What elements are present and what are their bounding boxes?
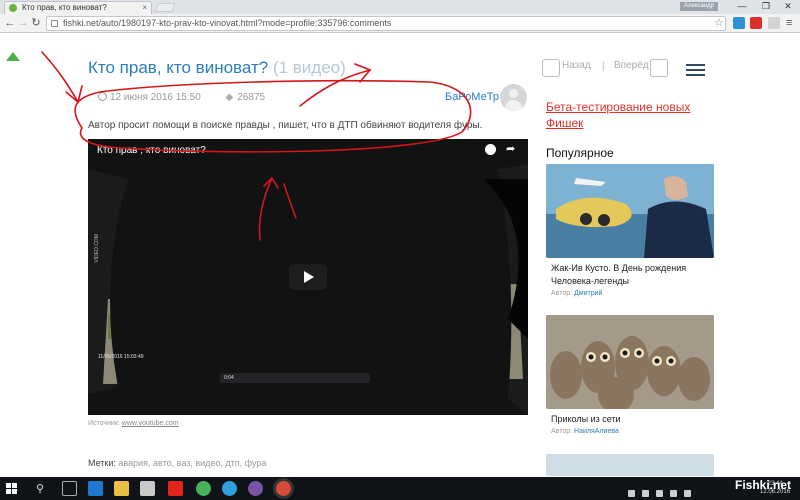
popular-heading: Популярное	[546, 146, 614, 160]
share-icon[interactable]: ➦	[506, 142, 515, 155]
maximize-button[interactable]: ❐	[754, 0, 778, 13]
cousteau-photo	[546, 164, 714, 258]
browser-toolbar: ← → ↻ fishki.net/auto/1980197-kto-prav-k…	[0, 14, 800, 33]
browser-tab[interactable]: Кто прав, кто виноват? ×	[4, 1, 152, 14]
video-count[interactable]: (1 видео)	[273, 58, 346, 77]
nav-separator: |	[602, 61, 605, 72]
hamburger-menu-icon[interactable]	[686, 64, 705, 76]
forward-icon[interactable]: →	[16, 16, 30, 30]
tab-close-icon[interactable]: ×	[142, 2, 147, 14]
start-button[interactable]	[6, 483, 17, 494]
url-text[interactable]: fishki.net/auto/1980197-kto-prav-kto-vin…	[63, 17, 391, 30]
store-icon[interactable]	[140, 481, 155, 496]
yandex-extension-icon[interactable]	[750, 17, 762, 29]
next-link[interactable]: Вперёд	[614, 60, 649, 71]
address-bar[interactable]: fishki.net/auto/1980197-kto-prav-kto-vin…	[46, 16, 726, 31]
back-icon[interactable]: ←	[3, 16, 17, 30]
watch-later-icon[interactable]	[485, 144, 496, 155]
tab-title: Кто прав, кто виноват?	[22, 3, 107, 12]
author-label: Автор:	[551, 290, 573, 297]
video-watermark: VIDEO.COM	[94, 234, 100, 263]
next-arrow-icon[interactable]	[650, 59, 668, 77]
fishki-watermark: Fishki.net	[735, 478, 792, 492]
video-player[interactable]: Кто прав , кто виноват? ➦ 11/06/2016 15:…	[88, 139, 528, 415]
scroll-up-icon[interactable]	[6, 52, 20, 61]
search-icon[interactable]: ⚲	[36, 482, 44, 495]
reload-icon[interactable]: ↻	[29, 16, 43, 30]
edge-icon[interactable]	[88, 481, 103, 496]
dashcam-timestamp: 11/06/2016 15:03:49	[98, 354, 144, 360]
article-date: 12 июня 2016 15:50	[110, 92, 201, 103]
tags: Метки: авария, авто, ваз, видео, дтп, фу…	[88, 458, 266, 468]
popular-card-author: Автор: Дмитрий	[551, 290, 602, 297]
source: Источник: www.youtube.com	[88, 420, 179, 427]
source-label: Источник:	[88, 420, 120, 427]
browser-menu-icon[interactable]: ≡	[786, 15, 792, 31]
utorrent-icon[interactable]	[196, 481, 211, 496]
embedded-player-controls: 0:04	[220, 373, 370, 383]
avatar[interactable]	[500, 84, 527, 111]
extension-icon[interactable]	[768, 17, 780, 29]
clock-icon	[98, 92, 107, 101]
task-view-icon[interactable]	[62, 481, 77, 496]
page-info-icon[interactable]	[51, 20, 58, 27]
profile-badge[interactable]: Александр	[680, 2, 718, 11]
popular-card-image[interactable]	[546, 164, 714, 258]
popular-card-image[interactable]	[546, 454, 714, 476]
windows-taskbar: ⚲ 23:44 12.06.2016	[0, 477, 800, 500]
prev-link[interactable]: Назад	[562, 60, 591, 71]
popular-card-image[interactable]	[546, 315, 714, 409]
tags-list[interactable]: авария, авто, ваз, видео, дтп, фура	[118, 458, 266, 468]
minimize-button[interactable]: —	[730, 0, 754, 13]
browser-tab-strip: Кто прав, кто виноват? × Александр — ❐ ✕	[0, 0, 800, 14]
mail-extension-icon[interactable]	[733, 17, 745, 29]
avatar-body	[505, 100, 522, 111]
popular-card-author: Автор: НаиляАлиева	[551, 428, 619, 435]
chrome-icon[interactable]	[276, 481, 291, 496]
player-time: 0:04	[224, 375, 234, 381]
close-window-button[interactable]: ✕	[776, 0, 800, 13]
yandex-icon[interactable]	[168, 481, 183, 496]
play-button[interactable]	[289, 264, 327, 290]
popular-card-title[interactable]: Жак-Ив Кусто. В День рождения Человека-л…	[551, 262, 711, 288]
video-title[interactable]: Кто прав , кто виноват?	[97, 145, 206, 156]
system-tray[interactable]	[628, 484, 718, 497]
author-label: Автор:	[551, 428, 573, 435]
viber-icon[interactable]	[248, 481, 263, 496]
new-tab-button[interactable]	[154, 3, 176, 12]
article-title: Кто прав, кто виноват?	[88, 58, 269, 77]
article-lead: Автор просит помощи в поиске правды , пи…	[88, 120, 483, 131]
bookmark-star-icon[interactable]: ☆	[714, 15, 724, 31]
promo-link[interactable]: Бета-тестирование новых Фишек	[546, 99, 726, 131]
file-explorer-icon[interactable]	[114, 481, 129, 496]
author-name[interactable]: Дмитрий	[574, 290, 602, 297]
popular-card-title[interactable]: Приколы из сети	[551, 413, 711, 426]
article-views: 26875	[237, 92, 266, 103]
avatar-head	[509, 89, 518, 98]
author-link[interactable]: БаРоМеТр	[445, 91, 499, 103]
article-meta: 12 июня 2016 15:50 ◆ 26875	[98, 92, 265, 103]
owls-photo	[546, 315, 714, 409]
page-title: Кто прав, кто виноват? (1 видео)	[88, 58, 346, 78]
tags-label: Метки:	[88, 458, 116, 468]
fishki-favicon-icon	[9, 4, 17, 12]
author-name[interactable]: НаиляАлиева	[574, 428, 619, 435]
eye-icon: ◆	[225, 92, 234, 103]
source-link[interactable]: www.youtube.com	[122, 420, 179, 427]
skype-icon[interactable]	[222, 481, 237, 496]
prev-arrow-icon[interactable]	[542, 59, 560, 77]
